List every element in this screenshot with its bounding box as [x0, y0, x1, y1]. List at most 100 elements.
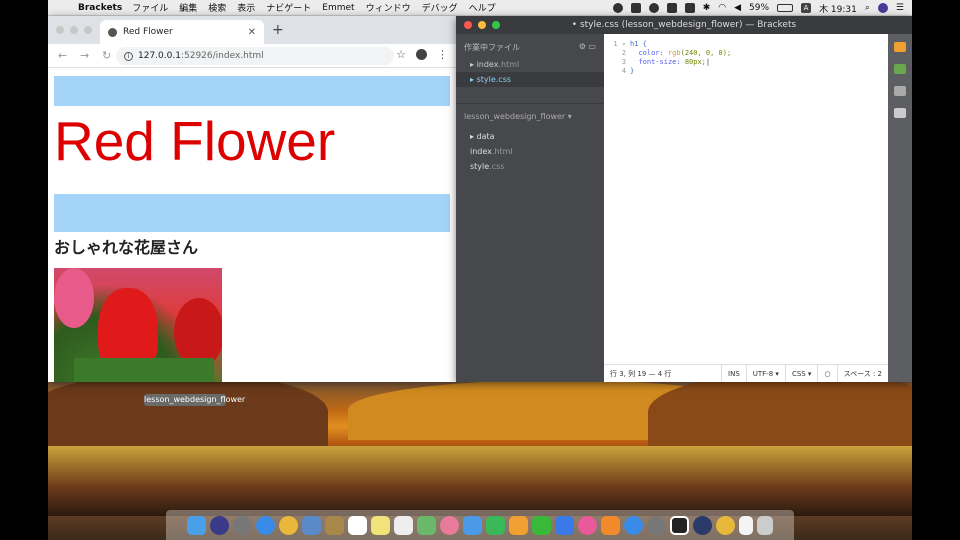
zoom-icon[interactable]: [492, 21, 500, 29]
bluetooth-icon[interactable]: ✱: [703, 3, 711, 13]
working-files-label: 作業中ファイル: [464, 43, 520, 52]
tree-folder-data[interactable]: ▸ data: [456, 129, 604, 144]
app-store-icon[interactable]: [624, 515, 643, 535]
close-icon[interactable]: [56, 26, 64, 34]
spotlight-icon[interactable]: ⌕: [865, 3, 870, 13]
chrome-icon[interactable]: [279, 515, 298, 535]
ins-mode[interactable]: INS: [721, 364, 746, 382]
working-file-style[interactable]: ▸ style.css: [456, 72, 604, 87]
battery-icon[interactable]: [777, 4, 794, 12]
document-icon[interactable]: [739, 515, 753, 535]
menu-bar: Brackets ファイル 編集 検索 表示 ナビゲート Emmet ウィンドウ…: [48, 0, 912, 16]
menu-dots-icon[interactable]: ⋮: [437, 48, 448, 61]
messages-icon[interactable]: [463, 515, 482, 535]
siri-icon[interactable]: [210, 515, 229, 535]
page-heading: Red Flower: [54, 110, 336, 172]
globe-icon: [108, 27, 117, 37]
code-line: 4}: [621, 67, 635, 75]
tree-file-index[interactable]: index.html: [456, 144, 604, 159]
battery-text[interactable]: 59%: [749, 3, 769, 13]
clipboard-icon[interactable]: [666, 3, 677, 13]
numbers-icon[interactable]: [532, 515, 551, 535]
url-host: 127.0.0.1:52926/index.html: [138, 51, 264, 61]
extension-manager-icon[interactable]: [894, 64, 906, 74]
notes-icon[interactable]: [371, 515, 390, 535]
scenery-hill: [648, 372, 912, 452]
menu-navigate[interactable]: ナビゲート: [266, 1, 311, 14]
plugin-icon[interactable]: [894, 108, 906, 118]
tab-bar: Red Flower ✕ +: [48, 16, 456, 44]
chrome-icon[interactable]: [716, 515, 735, 535]
books-icon[interactable]: [601, 515, 620, 535]
bookmark-star-icon[interactable]: ☆: [396, 48, 406, 61]
close-icon[interactable]: [464, 21, 472, 29]
new-tab-icon[interactable]: +: [272, 22, 284, 38]
desktop-folder-label[interactable]: lesson_webdesign_flower: [144, 394, 245, 406]
working-file-index[interactable]: ▸ index.html: [456, 57, 604, 72]
emmet-icon[interactable]: [894, 86, 906, 96]
browser-tab[interactable]: Red Flower ✕: [100, 20, 264, 44]
tab-title: Red Flower: [123, 27, 173, 37]
app-icon[interactable]: [693, 515, 712, 535]
clock[interactable]: 木 19:31: [819, 2, 857, 15]
menu-view[interactable]: 表示: [237, 1, 255, 14]
reminders-icon[interactable]: [394, 515, 413, 535]
safari-icon[interactable]: [256, 515, 275, 535]
input-source-icon[interactable]: A: [801, 3, 812, 13]
wifi-icon[interactable]: ◠: [718, 3, 726, 13]
minimize-icon[interactable]: [70, 26, 78, 34]
status-icon[interactable]: [630, 3, 641, 13]
brackets-icon[interactable]: [670, 515, 689, 535]
live-preview-icon[interactable]: [894, 42, 906, 52]
record-icon[interactable]: [612, 3, 623, 13]
minimize-icon[interactable]: [478, 21, 486, 29]
ghost-icon[interactable]: [648, 3, 659, 13]
browser-window: Red Flower ✕ + ← → ↻ i 127.0.0.1:52926/i…: [48, 16, 456, 382]
keynote-icon[interactable]: [555, 515, 574, 535]
finder-icon[interactable]: [187, 515, 206, 535]
pages-icon[interactable]: [509, 515, 528, 535]
tab-close-icon[interactable]: ✕: [248, 27, 256, 38]
menu-file[interactable]: ファイル: [132, 1, 168, 14]
code-line: 2 color: rgb(240, 0, 0);: [621, 49, 732, 57]
web-page: Red Flower おしゃれな花屋さん: [48, 68, 456, 382]
blue-bar-bottom: [54, 194, 450, 232]
reload-icon[interactable]: ↻: [102, 49, 114, 62]
menu-emmet[interactable]: Emmet: [322, 3, 354, 13]
app-status-icon[interactable]: [684, 3, 695, 13]
tree-file-style[interactable]: style.css: [456, 159, 604, 174]
forward-icon[interactable]: →: [80, 49, 92, 62]
maps-icon[interactable]: [417, 515, 436, 535]
encoding-select[interactable]: UTF-8 ▾: [745, 364, 785, 382]
volume-icon[interactable]: ◀: [734, 3, 741, 13]
menu-find[interactable]: 検索: [208, 1, 226, 14]
menu-debug[interactable]: デバッグ: [422, 1, 458, 14]
launchpad-icon[interactable]: [233, 515, 252, 535]
project-dropdown[interactable]: lesson_webdesign_flower ▾: [456, 103, 604, 129]
app-menu[interactable]: Brackets: [78, 3, 122, 13]
language-select[interactable]: CSS ▾: [784, 364, 818, 382]
menu-window[interactable]: ウィンドウ: [366, 1, 411, 14]
back-icon[interactable]: ←: [58, 49, 70, 62]
preview-icon[interactable]: [302, 515, 321, 535]
itunes-icon[interactable]: [578, 515, 597, 535]
lint-status-icon[interactable]: ○: [817, 364, 836, 382]
settings-gear-icon[interactable]: ⚙ ▭: [579, 42, 596, 53]
address-bar[interactable]: i 127.0.0.1:52926/index.html: [116, 47, 394, 65]
system-preferences-icon[interactable]: [647, 515, 666, 535]
indent-setting[interactable]: スペース : 2: [836, 364, 888, 382]
notification-center-icon[interactable]: ☰: [896, 3, 904, 13]
browser-toolbar: ← → ↻ i 127.0.0.1:52926/index.html ☆ ⋮: [48, 44, 456, 68]
calendar-icon[interactable]: [348, 515, 367, 535]
profile-avatar-icon[interactable]: [416, 49, 427, 60]
photos-icon[interactable]: [440, 515, 459, 535]
menu-help[interactable]: ヘルプ: [469, 1, 496, 14]
code-editor[interactable]: 1 ▿ h1 { 2 color: rgb(240, 0, 0); 3 font-…: [604, 34, 888, 364]
facetime-icon[interactable]: [486, 515, 505, 535]
notes-folder-icon[interactable]: [325, 515, 344, 535]
trash-icon[interactable]: [757, 515, 773, 535]
info-icon[interactable]: i: [124, 51, 133, 61]
zoom-icon[interactable]: [84, 26, 92, 34]
menu-edit[interactable]: 編集: [179, 1, 197, 14]
siri-icon[interactable]: [877, 3, 888, 13]
